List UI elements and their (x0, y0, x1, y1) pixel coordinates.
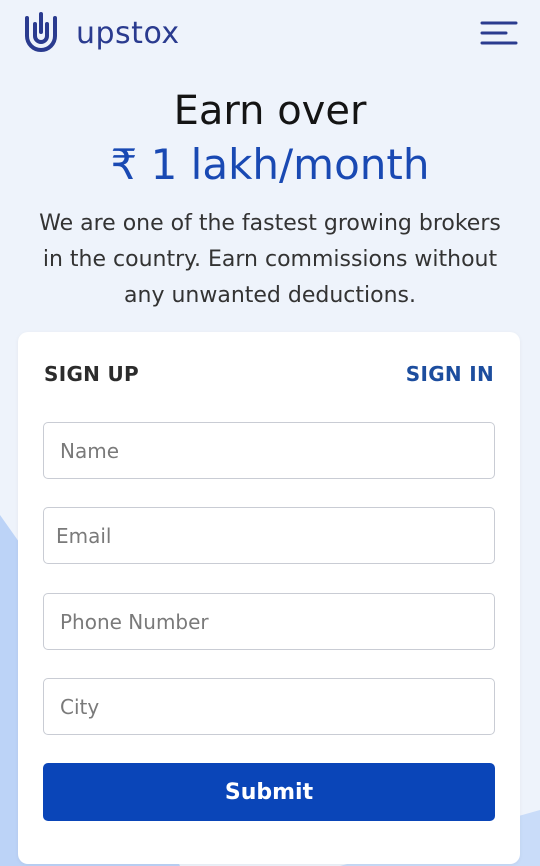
form-tabs: SIGN UP SIGN IN (44, 362, 494, 392)
phone-number-input[interactable] (43, 593, 495, 650)
header: upstox (0, 0, 540, 70)
upstox-logo-icon (25, 12, 57, 52)
menu-button[interactable] (478, 14, 522, 52)
hero-earnings-amount: ₹ 1 lakh/month (110, 140, 430, 189)
tab-sign-in[interactable]: SIGN IN (406, 362, 494, 386)
page: upstox Earn over ₹ 1 lakh/month We are o… (0, 0, 540, 866)
hamburger-menu-icon (480, 21, 518, 45)
signup-form-card: SIGN UP SIGN IN Submit (18, 332, 520, 864)
city-input[interactable] (43, 678, 495, 735)
brand-name: upstox (76, 15, 180, 51)
submit-button[interactable]: Submit (43, 763, 495, 821)
brand-logo[interactable]: upstox (24, 10, 180, 56)
tab-sign-up[interactable]: SIGN UP (44, 362, 139, 386)
name-input[interactable] (43, 422, 495, 479)
hero-title: Earn over (173, 88, 367, 134)
email-input[interactable] (43, 507, 495, 564)
hero-description: We are one of the fastest growing broker… (39, 211, 501, 308)
